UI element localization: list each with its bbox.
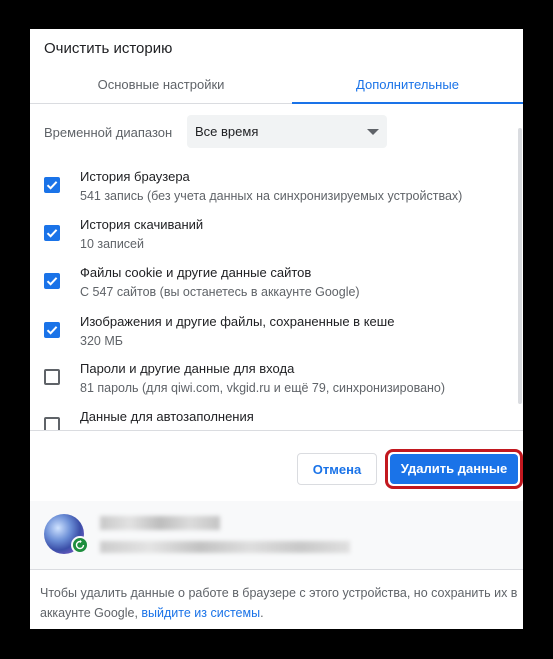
item-title: История скачиваний [80, 217, 204, 232]
clear-history-dialog: Очистить историю Основные настройки Допо… [30, 29, 523, 629]
checkbox-checked-icon[interactable] [44, 273, 60, 289]
tab-bar: Основные настройки Дополнительные [30, 69, 523, 104]
item-cached-files: Изображения и другие файлы, сохраненные … [30, 314, 515, 362]
sync-icon [71, 536, 89, 554]
item-cookies: Файлы cookie и другие данные сайтов С 54… [30, 265, 515, 313]
settings-scroll-area[interactable]: Временной диапазон Все время История бра… [30, 104, 523, 430]
delete-data-button[interactable]: Удалить данные [390, 454, 518, 484]
tab-basic-settings[interactable]: Основные настройки [30, 69, 292, 103]
dropdown-arrow-icon [367, 129, 379, 135]
divider [30, 430, 523, 431]
item-subtitle: С 547 сайтов (вы останетесь в аккаунте G… [80, 285, 360, 299]
checkbox-checked-icon[interactable] [44, 177, 60, 193]
item-title: Пароли и другие данные для входа [80, 361, 295, 376]
time-range-label: Временной диапазон [44, 125, 173, 140]
item-subtitle: 541 запись (без учета данных на синхрони… [80, 189, 463, 203]
cancel-button[interactable]: Отмена [297, 453, 377, 485]
checkbox-unchecked-icon[interactable] [44, 417, 60, 430]
account-section [30, 501, 523, 569]
footer-message: Чтобы удалить данные о работе в браузере… [40, 586, 518, 620]
time-range-value: Все время [195, 124, 259, 139]
item-passwords: Пароли и другие данные для входа 81 паро… [30, 361, 515, 409]
tab-advanced-label: Дополнительные [356, 77, 459, 92]
time-range-select[interactable]: Все время [187, 115, 387, 148]
scrollbar[interactable] [518, 128, 522, 404]
item-subtitle: 320 МБ [80, 334, 123, 348]
checkbox-unchecked-icon[interactable] [44, 369, 60, 385]
footer-period: . [260, 606, 264, 620]
blurred-account-email [100, 541, 350, 553]
item-browsing-history: История браузера 541 запись (без учета д… [30, 169, 515, 217]
tab-advanced-settings[interactable]: Дополнительные [292, 69, 523, 104]
item-subtitle: 10 записей [80, 237, 144, 251]
item-subtitle: 81 пароль (для qiwi.com, vkgid.ru и ещё … [80, 381, 446, 395]
item-download-history: История скачиваний 10 записей [30, 217, 515, 265]
item-title: Данные для автозаполнения [80, 409, 254, 424]
sign-out-link[interactable]: выйдите из системы [141, 606, 260, 620]
checkbox-checked-icon[interactable] [44, 322, 60, 338]
dialog-title: Очистить историю [44, 40, 173, 57]
item-title: Изображения и другие файлы, сохраненные … [80, 314, 395, 329]
item-autofill: Данные для автозаполнения [30, 409, 515, 430]
footer: Чтобы удалить данные о работе в браузере… [30, 569, 523, 629]
blurred-account-name [100, 516, 220, 530]
item-title: История браузера [80, 169, 190, 184]
item-title: Файлы cookie и другие данные сайтов [80, 265, 312, 280]
checkbox-checked-icon[interactable] [44, 225, 60, 241]
footer-text: Чтобы удалить данные о работе в браузере… [40, 583, 520, 623]
